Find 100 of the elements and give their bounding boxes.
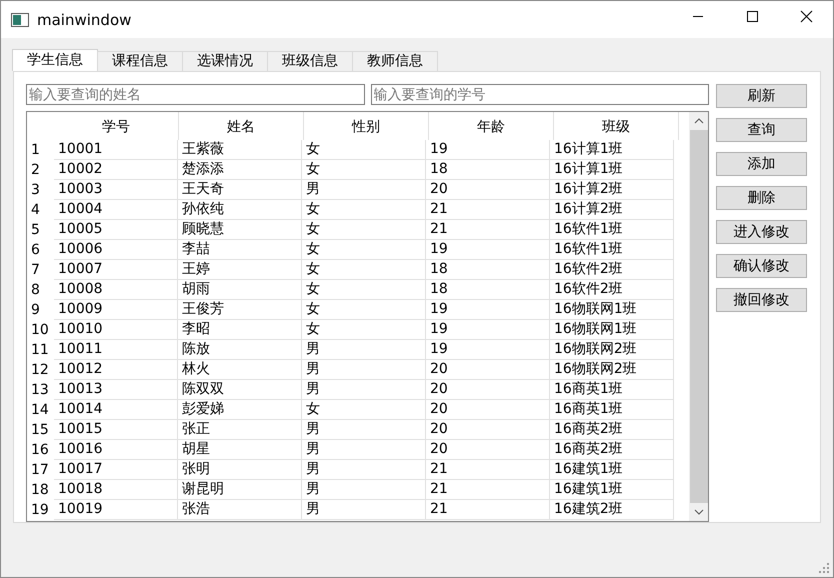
name-search-field[interactable]: 输入要查询的姓名 <box>26 84 364 105</box>
row-number: 15 <box>30 421 50 440</box>
table-cell: 李昭 <box>178 320 302 340</box>
table-cell: 16计算2班 <box>550 180 674 200</box>
table-cell: 10003 <box>54 180 178 200</box>
table-cell: 16软件2班 <box>550 280 674 300</box>
table-cell: 张正 <box>178 420 302 440</box>
action-button[interactable]: 删除 <box>716 186 807 210</box>
tab[interactable]: 教师信息 <box>352 51 438 71</box>
table-cell: 男 <box>302 440 426 460</box>
tab[interactable]: 课程信息 <box>97 51 183 71</box>
scrollbar-thumb[interactable] <box>690 130 708 503</box>
column-header[interactable]: 班级 <box>554 112 679 140</box>
table-cell: 10011 <box>54 340 178 360</box>
column-header[interactable]: 姓名 <box>179 112 304 140</box>
table-cell: 21 <box>426 220 550 240</box>
table-cell: 10001 <box>54 140 178 160</box>
table-cell: 16建筑1班 <box>550 480 674 500</box>
table-cell: 彭爱娣 <box>178 400 302 420</box>
table-cell: 女 <box>302 280 426 300</box>
table-cell: 19 <box>426 140 550 160</box>
table-cell: 男 <box>302 180 426 200</box>
row-number: 11 <box>30 341 50 360</box>
resize-grip-icon[interactable] <box>819 563 829 573</box>
row-number: 2 <box>30 161 41 180</box>
table-cell: 10015 <box>54 420 178 440</box>
table-cell: 16建筑1班 <box>550 460 674 480</box>
table-cell: 16计算2班 <box>550 200 674 220</box>
table-cell: 男 <box>302 340 426 360</box>
action-button[interactable]: 添加 <box>716 152 807 176</box>
table-cell: 16商英1班 <box>550 400 674 420</box>
table-cell: 16商英2班 <box>550 420 674 440</box>
table-cell: 女 <box>302 300 426 320</box>
table-cell: 16软件1班 <box>550 220 674 240</box>
window-title: mainwindow <box>37 10 132 28</box>
table-cell: 张浩 <box>178 500 302 520</box>
row-number: 5 <box>30 221 41 240</box>
table-cell: 男 <box>302 380 426 400</box>
table-cell: 女 <box>302 320 426 340</box>
table-cell: 16商英2班 <box>550 440 674 460</box>
table-cell: 男 <box>302 420 426 440</box>
table-cell: 16商英1班 <box>550 380 674 400</box>
action-button[interactable]: 查询 <box>716 118 807 142</box>
table-cell: 林火 <box>178 360 302 380</box>
table-cell: 21 <box>426 480 550 500</box>
row-number: 14 <box>30 401 50 420</box>
table-cell: 18 <box>426 260 550 280</box>
table-cell: 16物联网1班 <box>550 300 674 320</box>
table-cell: 10009 <box>54 300 178 320</box>
table-cell: 10010 <box>54 320 178 340</box>
table-cell: 10018 <box>54 480 178 500</box>
row-number: 8 <box>30 281 41 300</box>
app-icon <box>11 12 29 26</box>
table-cell: 10014 <box>54 400 178 420</box>
table-cell: 10012 <box>54 360 178 380</box>
table-cell: 19 <box>426 340 550 360</box>
table-cell: 孙依纯 <box>178 200 302 220</box>
row-number: 1 <box>30 141 41 160</box>
action-button[interactable]: 撤回修改 <box>716 288 807 312</box>
table-cell: 19 <box>426 240 550 260</box>
table-cell: 10017 <box>54 460 178 480</box>
table-cell: 19 <box>426 320 550 340</box>
table-cell: 李喆 <box>178 240 302 260</box>
table-cell: 王俊芳 <box>178 300 302 320</box>
table-cell: 男 <box>302 360 426 380</box>
table-cell: 10013 <box>54 380 178 400</box>
table-cell: 楚添添 <box>178 160 302 180</box>
table-cell: 胡星 <box>178 440 302 460</box>
row-number: 18 <box>30 481 50 500</box>
table-cell: 16物联网1班 <box>550 320 674 340</box>
table-cell: 10005 <box>54 220 178 240</box>
row-number: 10 <box>30 321 50 340</box>
tab[interactable]: 学生信息 <box>12 49 98 71</box>
table-cell: 16软件2班 <box>550 260 674 280</box>
action-button[interactable]: 进入修改 <box>716 220 807 244</box>
table-cell: 王天奇 <box>178 180 302 200</box>
table-cell: 陈双双 <box>178 380 302 400</box>
table-cell: 男 <box>302 460 426 480</box>
id-search-field[interactable]: 输入要查询的学号 <box>370 84 709 105</box>
table-cell: 王紫薇 <box>178 140 302 160</box>
table-cell: 10004 <box>54 200 178 220</box>
row-number: 9 <box>30 301 41 320</box>
table-cell: 女 <box>302 400 426 420</box>
row-number: 13 <box>30 381 50 400</box>
action-button[interactable]: 刷新 <box>716 84 807 108</box>
table-cell: 21 <box>426 460 550 480</box>
table-cell: 谢昆明 <box>178 480 302 500</box>
table-cell: 16软件1班 <box>550 240 674 260</box>
action-button[interactable]: 确认修改 <box>716 254 807 278</box>
column-header[interactable]: 性别 <box>304 112 429 140</box>
table-cell: 16计算1班 <box>550 140 674 160</box>
column-header[interactable]: 学号 <box>54 112 179 140</box>
row-number: 3 <box>30 181 41 200</box>
row-number: 4 <box>30 201 41 220</box>
table-cell: 女 <box>302 160 426 180</box>
table-cell: 20 <box>426 360 550 380</box>
table-cell: 18 <box>426 280 550 300</box>
column-header[interactable]: 年龄 <box>429 112 554 140</box>
table-cell: 20 <box>426 180 550 200</box>
row-number: 6 <box>30 241 41 260</box>
